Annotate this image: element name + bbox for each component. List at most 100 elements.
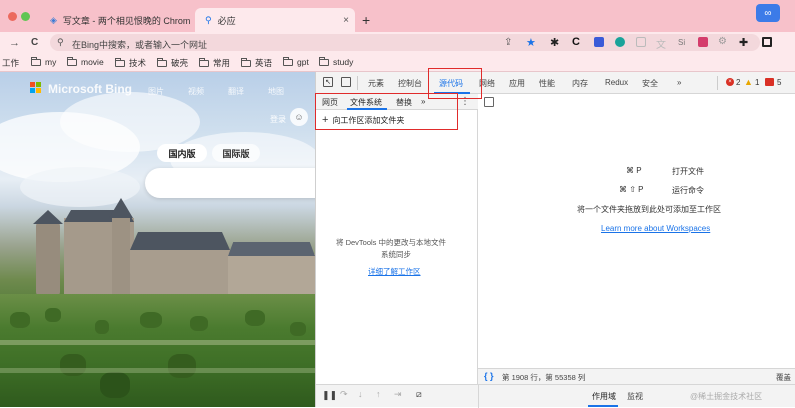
warning-icon[interactable]: ▲ [744,77,753,87]
learn-workspace-link[interactable]: 详细了解工作区 [368,266,421,277]
folder-icon [67,56,77,66]
more-tabs-button[interactable]: » [677,78,681,87]
extension-gear-icon[interactable]: ⚙ [718,36,727,47]
tab-watch[interactable]: 监视 [627,391,643,402]
tab-console[interactable]: 控制台 [398,78,422,89]
step-out-icon[interactable]: ↑ [376,389,381,399]
tab-performance[interactable]: 性能 [539,78,555,89]
coverage-label[interactable]: 覆盖 [776,372,791,383]
bing-nav-images[interactable]: 图片 [148,86,164,97]
sources-navigator: 网页 文件系统 替换 » ⋮ + 向工作区添加文件夹 将 DevTools 中的… [316,94,478,389]
extension-c-icon[interactable]: C [572,36,580,48]
castle-building-roof [130,232,230,250]
error-icon[interactable]: × [726,78,734,86]
sidebar-toggle-icon[interactable] [762,37,772,47]
message-icon[interactable] [765,78,774,86]
workspaces-link[interactable]: Learn more about Workspaces [601,224,710,233]
bing-nav-maps[interactable]: 地图 [268,86,284,97]
bing-login[interactable]: 登录 [270,114,286,125]
cursor-position: 第 1908 行，第 55358 列 [502,373,586,382]
tab-application[interactable]: 应用 [509,78,525,89]
editor-status-bar: { } 第 1908 行，第 55358 列 覆盖 [478,368,795,384]
editor-empty-state: ⌘ P 打开文件 ⌘ ⇧ P 运行命令 将一个文件夹拖放到此处可添加至工作区 L… [478,94,795,389]
region-intl-button[interactable]: 国际版 [212,144,260,162]
shortcut-command-action: 运行命令 [672,186,704,195]
drop-folder-hint: 将一个文件夹拖放到此处可添加至工作区 [577,205,721,214]
castle-tower [112,216,130,298]
tab-bing[interactable]: ⚲ 必应 × [195,8,355,32]
extension-teal-icon[interactable] [615,37,625,47]
tab-redux[interactable]: Redux [605,78,628,87]
step-over-icon[interactable]: ↷ [340,389,348,400]
bookmark-label: study [333,57,354,67]
tab-close-icon[interactable]: × [343,15,349,26]
extension-pink-icon[interactable] [698,37,708,47]
tab-article[interactable]: ◈ 写文章 - 两个相见恨晚的 Chrom × [42,8,202,32]
tab-security[interactable]: 安全 [642,78,658,89]
bookmark-folder-gpt[interactable]: gpt [283,56,309,67]
castle-round-tower-roof [33,210,63,224]
bookmark-folder-movie[interactable]: movie [67,56,104,67]
bing-search-input[interactable] [145,168,335,198]
warning-count: 1 [755,78,760,87]
bookmark-folder-shell[interactable]: 破壳 [157,57,188,69]
bing-brand: Microsoft Bing [48,82,132,96]
logo-square-red [30,82,35,87]
deactivate-breakpoints-icon[interactable]: ⧄ [416,389,422,400]
devtools-toolbar [316,72,795,94]
step-into-icon[interactable]: ↓ [358,389,363,399]
tab-memory[interactable]: 内存 [572,78,588,89]
star-icon[interactable]: ★ [526,36,536,49]
bing-nav-videos[interactable]: 视频 [188,86,204,97]
shortcut-command-keys: ⌘ ⇧ P [619,185,644,194]
extensions-puzzle-icon[interactable]: ✚ [739,36,748,49]
bookmark-folder-common[interactable]: 常用 [199,57,230,69]
extension-spark-icon[interactable]: ✱ [550,36,559,49]
tab-elements[interactable]: 元素 [368,78,384,89]
bookmark-folder-tech[interactable]: 技术 [115,57,146,69]
bookmark-folder-study[interactable]: study [319,56,354,67]
folder-icon [241,57,251,67]
extension-blue-icon[interactable] [594,37,604,47]
logo-square-yellow [36,88,41,93]
sync-description-line1: 将 DevTools 中的更改与本地文件 [336,238,447,247]
castle-right-roof [228,242,315,256]
forward-button[interactable]: → [9,37,20,49]
logo-square-blue [30,88,35,93]
folder-icon [199,57,209,67]
inspect-element-icon[interactable]: ↖ [323,77,333,87]
profile-icon[interactable]: ∞ [756,4,780,22]
diamond-icon: ◈ [50,14,57,25]
share-icon[interactable]: ⇪ [504,37,512,48]
bookmark-folder-english[interactable]: 英语 [241,57,272,69]
navigator-toggle-icon[interactable] [484,97,494,107]
hedge [140,312,162,328]
user-avatar-icon[interactable]: ☺ [290,108,308,126]
bing-logo[interactable] [30,82,42,94]
new-tab-button[interactable]: + [362,12,370,28]
sync-description-line2: 系统同步 [381,250,411,259]
tab-scope[interactable]: 作用域 [592,391,616,402]
reload-button[interactable]: C [31,37,38,48]
shortcut-open-keys: ⌘ P [626,166,642,175]
bookmark-label: gpt [297,57,309,67]
folder-icon [319,56,329,66]
bookmark-folder-my[interactable]: my [31,56,56,67]
pause-icon[interactable]: ❚❚ [322,390,337,401]
region-cn-button[interactable]: 国内版 [157,144,207,162]
window-close-dot[interactable] [8,12,17,21]
extension-translate-icon[interactable]: 文 [656,36,666,51]
tab-title: 必应 [217,15,236,26]
extension-si-label[interactable]: Si [678,38,685,47]
bing-nav-translate[interactable]: 翻译 [228,86,244,97]
window-minimize-dot[interactable] [21,12,30,21]
curly-braces-icon[interactable]: { } [484,371,494,381]
folder-icon [31,56,41,66]
device-toggle-icon[interactable] [341,77,351,87]
step-icon[interactable]: ⇥ [394,389,402,400]
bookmark-label: movie [81,57,104,67]
bookmark-cut-label[interactable]: 工作 [2,57,19,69]
extension-grey-icon[interactable] [636,37,646,47]
hedge [10,312,30,328]
search-icon: ⚲ [57,37,64,47]
